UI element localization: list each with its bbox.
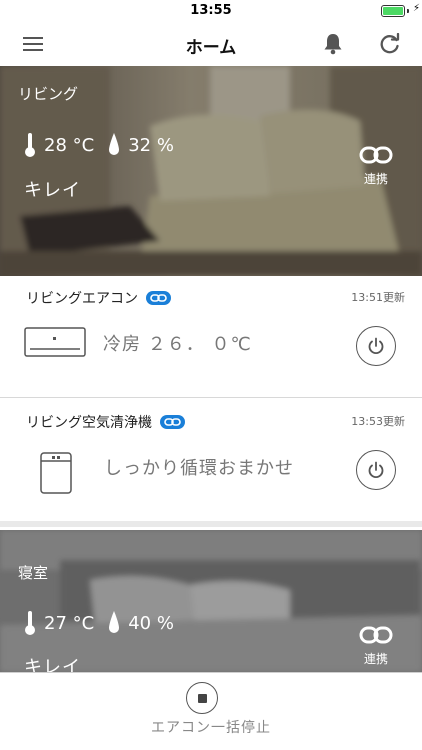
charging-icon: ⚡ — [412, 3, 420, 14]
room-name: 寝室 — [18, 564, 49, 582]
status-time: 13:55 — [190, 3, 232, 18]
refresh-icon[interactable] — [376, 30, 404, 58]
temperature-value: 27 °C — [44, 612, 95, 634]
power-button[interactable] — [356, 326, 396, 366]
updated-time: 13:51更新 — [351, 291, 405, 304]
battery-icon — [381, 5, 409, 17]
room-name: リビング — [18, 85, 79, 103]
stop-all-label[interactable]: エアコン一括停止 — [0, 717, 422, 737]
stop-icon — [197, 693, 207, 703]
device-name-text: リビングエアコン — [26, 291, 138, 307]
humidity-value: 40 % — [128, 612, 174, 634]
updated-time: 13:53更新 — [351, 415, 405, 428]
bell-icon[interactable] — [319, 30, 347, 58]
stop-all-button[interactable] — [186, 682, 218, 714]
humidity-value: 32 % — [128, 134, 174, 156]
thermometer-icon — [25, 133, 35, 157]
link-button[interactable]: 連携 — [356, 146, 396, 187]
air-purifier-icon — [40, 452, 72, 494]
link-label: 連携 — [363, 172, 388, 186]
room-metrics: 27 °C 40 % — [24, 610, 188, 636]
power-icon — [368, 461, 384, 479]
page-title: ホーム — [185, 38, 237, 58]
section-divider — [0, 521, 422, 527]
divider — [0, 397, 422, 398]
air-conditioner-icon — [24, 327, 86, 357]
humidity-drop-icon — [109, 133, 120, 155]
link-badge-icon — [146, 291, 171, 305]
power-button[interactable] — [356, 450, 396, 490]
thermometer-icon — [25, 611, 35, 635]
link-button[interactable]: 連携 — [356, 626, 396, 667]
device-state: しっかり循環おまかせ — [104, 458, 294, 479]
nav-bar: ホーム — [0, 22, 422, 66]
room-metrics: 28 °C 32 % — [24, 132, 188, 158]
link-badge-icon — [160, 415, 185, 429]
device-name: リビング空気清浄機 — [26, 412, 185, 432]
power-icon — [368, 337, 384, 355]
room-card-living[interactable]: リビング 28 °C 32 % キレイ 連携 — [0, 66, 422, 276]
device-state: 冷房 ２６． ０℃ — [103, 334, 252, 355]
temperature-value: 28 °C — [44, 134, 95, 156]
device-name-text: リビング空気清浄機 — [26, 415, 152, 431]
link-chain-icon — [359, 146, 393, 164]
link-label: 連携 — [363, 652, 388, 666]
device-name: リビングエアコン — [26, 288, 171, 308]
humidity-drop-icon — [109, 611, 120, 633]
air-quality-label: キレイ — [24, 180, 81, 201]
device-card-purifier[interactable]: リビング空気清浄機 13:53更新 しっかり循環おまかせ — [0, 400, 422, 520]
air-quality-label: キレイ — [24, 657, 81, 672]
status-bar: 13:55 ⚡ — [0, 0, 422, 22]
room-card-bedroom[interactable]: 寝室 27 °C 40 % キレイ 連携 — [0, 530, 422, 672]
device-card-aircon[interactable]: リビングエアコン 13:51更新 冷房 ２６． ０℃ — [0, 276, 422, 396]
link-chain-icon — [359, 626, 393, 644]
bottom-bar: エアコン一括停止 — [0, 672, 422, 750]
